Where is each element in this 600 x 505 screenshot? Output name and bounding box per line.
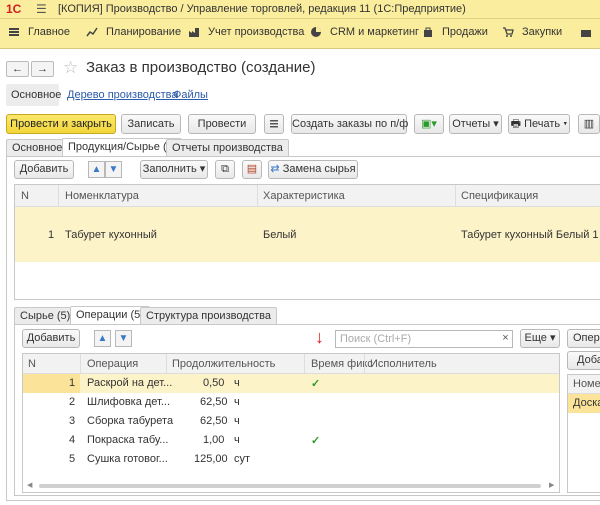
- col-duration: Продолжительность: [172, 358, 276, 370]
- section-production[interactable]: Учет производства: [188, 26, 304, 38]
- col-characteristic: Характеристика: [263, 190, 345, 202]
- section-main[interactable]: Главное: [8, 26, 70, 38]
- annotation-arrow-icon: ↓: [315, 327, 324, 347]
- tab-products[interactable]: Продукция/Сырье (1): [62, 138, 183, 156]
- main-menu-icon[interactable]: ☰: [36, 2, 47, 16]
- move-down-button[interactable]: ▼: [105, 161, 122, 178]
- section-planning[interactable]: Планирование: [86, 26, 181, 38]
- col-side-nomenclature: Номен: [573, 378, 600, 390]
- tab-main[interactable]: Основное: [6, 139, 69, 156]
- section-purchases[interactable]: Закупки: [502, 26, 562, 38]
- create-suborders-button[interactable]: Создать заказы по п/ф: [291, 114, 408, 134]
- col-n: N: [21, 190, 29, 202]
- form-nav-files[interactable]: Файлы: [173, 89, 208, 101]
- replace-material-button[interactable]: ⇄ Замена сырья: [268, 160, 358, 179]
- paste-button[interactable]: ▤: [242, 160, 262, 179]
- col-specification: Спецификация: [461, 190, 539, 202]
- section-sales[interactable]: Продажи: [422, 26, 488, 38]
- save-button[interactable]: Записать: [121, 114, 181, 134]
- replace-icon: ⇄: [270, 163, 280, 175]
- operations-table: N Операция Продолжительность Время фикс …: [22, 353, 560, 493]
- scroll-right-icon[interactable]: ▶: [549, 482, 554, 490]
- fill-button[interactable]: Заполнить ▾: [140, 160, 208, 179]
- table-row[interactable]: 2 Шлифовка дет... 62,50 ч: [23, 393, 559, 412]
- favorite-star-icon[interactable]: ☆: [63, 58, 78, 78]
- back-button[interactable]: ←: [6, 61, 29, 77]
- arrow-down-icon: ▼: [108, 164, 119, 175]
- products-table: N Номенклатура Характеристика Спецификац…: [14, 184, 600, 300]
- bag-icon: [422, 26, 434, 38]
- products-table-header: N Номенклатура Характеристика Спецификац…: [15, 185, 600, 207]
- move-up-button[interactable]: ▲: [88, 161, 105, 178]
- table-row[interactable]: Доска: [568, 394, 600, 413]
- more-actions-button[interactable]: ▥: [578, 114, 600, 134]
- print-button[interactable]: 🖶 Печать ▾: [508, 114, 570, 134]
- tab-operations[interactable]: Операции (5): [70, 306, 150, 324]
- create-based-icon: ▣▾: [421, 118, 437, 130]
- add-operation-button[interactable]: Добавить: [22, 329, 80, 348]
- tab-production-structure[interactable]: Структура производства: [140, 307, 278, 324]
- factory-icon: [188, 26, 200, 38]
- post-button[interactable]: Провести: [188, 114, 256, 134]
- scroll-thumb[interactable]: [39, 484, 541, 488]
- section-crm[interactable]: CRM и маркетинг: [310, 26, 419, 38]
- window-titlebar: 1С ☰ [КОПИЯ] Производство / Управление т…: [0, 0, 600, 19]
- col-op-n: N: [28, 358, 36, 370]
- printer-icon: 🖶: [510, 118, 522, 130]
- create-based-on-button[interactable]: ▣▾: [414, 114, 444, 134]
- app-logo: 1С: [6, 2, 22, 16]
- tab-production-reports[interactable]: Отчеты производства: [166, 139, 289, 156]
- window-title: [КОПИЯ] Производство / Управление торгов…: [58, 3, 466, 15]
- operations-table-header: N Операция Продолжительность Время фикс …: [23, 354, 559, 374]
- table-row[interactable]: 1 Табурет кухонный Белый Табурет кухонны…: [15, 207, 600, 262]
- check-icon: ✓: [311, 435, 321, 447]
- op-move-up-button[interactable]: ▲: [94, 330, 111, 347]
- paste-icon: ▤: [246, 163, 258, 175]
- arrow-up-icon: ▲: [91, 164, 102, 175]
- journal-button[interactable]: [264, 114, 284, 134]
- more-button[interactable]: Еще ▾: [520, 329, 560, 348]
- col-executor: Исполнитель: [370, 358, 437, 370]
- cart-icon: [502, 26, 514, 38]
- operations-side-button[interactable]: Опера: [567, 329, 600, 348]
- check-icon: ✓: [311, 378, 321, 390]
- panel-icon: ▥: [583, 118, 595, 130]
- add-product-button[interactable]: Добавить: [14, 160, 74, 179]
- arrow-up-icon: ▲: [97, 333, 108, 344]
- form-nav-main[interactable]: Основное: [6, 84, 61, 106]
- col-operation: Операция: [87, 358, 139, 370]
- pie-chart-icon: [310, 26, 322, 38]
- tab-materials[interactable]: Сырье (5): [14, 307, 77, 324]
- arrow-down-icon: ▼: [118, 333, 129, 344]
- col-nomenclature: Номенклатура: [65, 190, 139, 202]
- hamburger-icon: [8, 26, 20, 38]
- sections-panel: Главное Планирование Учет производства C…: [0, 19, 600, 49]
- table-row[interactable]: 4 Покраска табу... 1,00 ч ✓: [23, 431, 559, 450]
- scroll-left-icon[interactable]: ◀: [27, 482, 32, 490]
- table-row[interactable]: 5 Сушка готовог... 125,00 сут: [23, 450, 559, 469]
- reports-button[interactable]: Отчеты ▾: [449, 114, 502, 134]
- side-table: Номен Доска: [567, 374, 600, 493]
- clear-search-button[interactable]: ×: [498, 330, 513, 348]
- table-row[interactable]: 3 Сборка табурета 62,50 ч: [23, 412, 559, 431]
- chart-icon: [86, 26, 98, 38]
- copy-icon: ⧉: [221, 163, 229, 175]
- list-icon: [268, 120, 280, 133]
- forward-button[interactable]: →: [31, 61, 54, 77]
- copy-button[interactable]: ⧉: [215, 160, 235, 179]
- form-title: Заказ в производство (создание): [86, 59, 316, 76]
- form-nav-production-tree[interactable]: Дерево производства: [67, 89, 177, 101]
- search-input[interactable]: Поиск (Ctrl+F): [335, 330, 513, 348]
- post-and-close-button[interactable]: Провести и закрыть: [6, 114, 116, 134]
- section-warehouse[interactable]: С: [580, 26, 600, 38]
- side-add-button[interactable]: Доба: [567, 351, 600, 370]
- table-row[interactable]: 1 Раскрой на дет... 0,50 ч ✓: [23, 374, 559, 393]
- sklad-icon: [580, 26, 592, 38]
- horizontal-scrollbar[interactable]: ◀ ▶: [27, 482, 557, 490]
- op-move-down-button[interactable]: ▼: [115, 330, 132, 347]
